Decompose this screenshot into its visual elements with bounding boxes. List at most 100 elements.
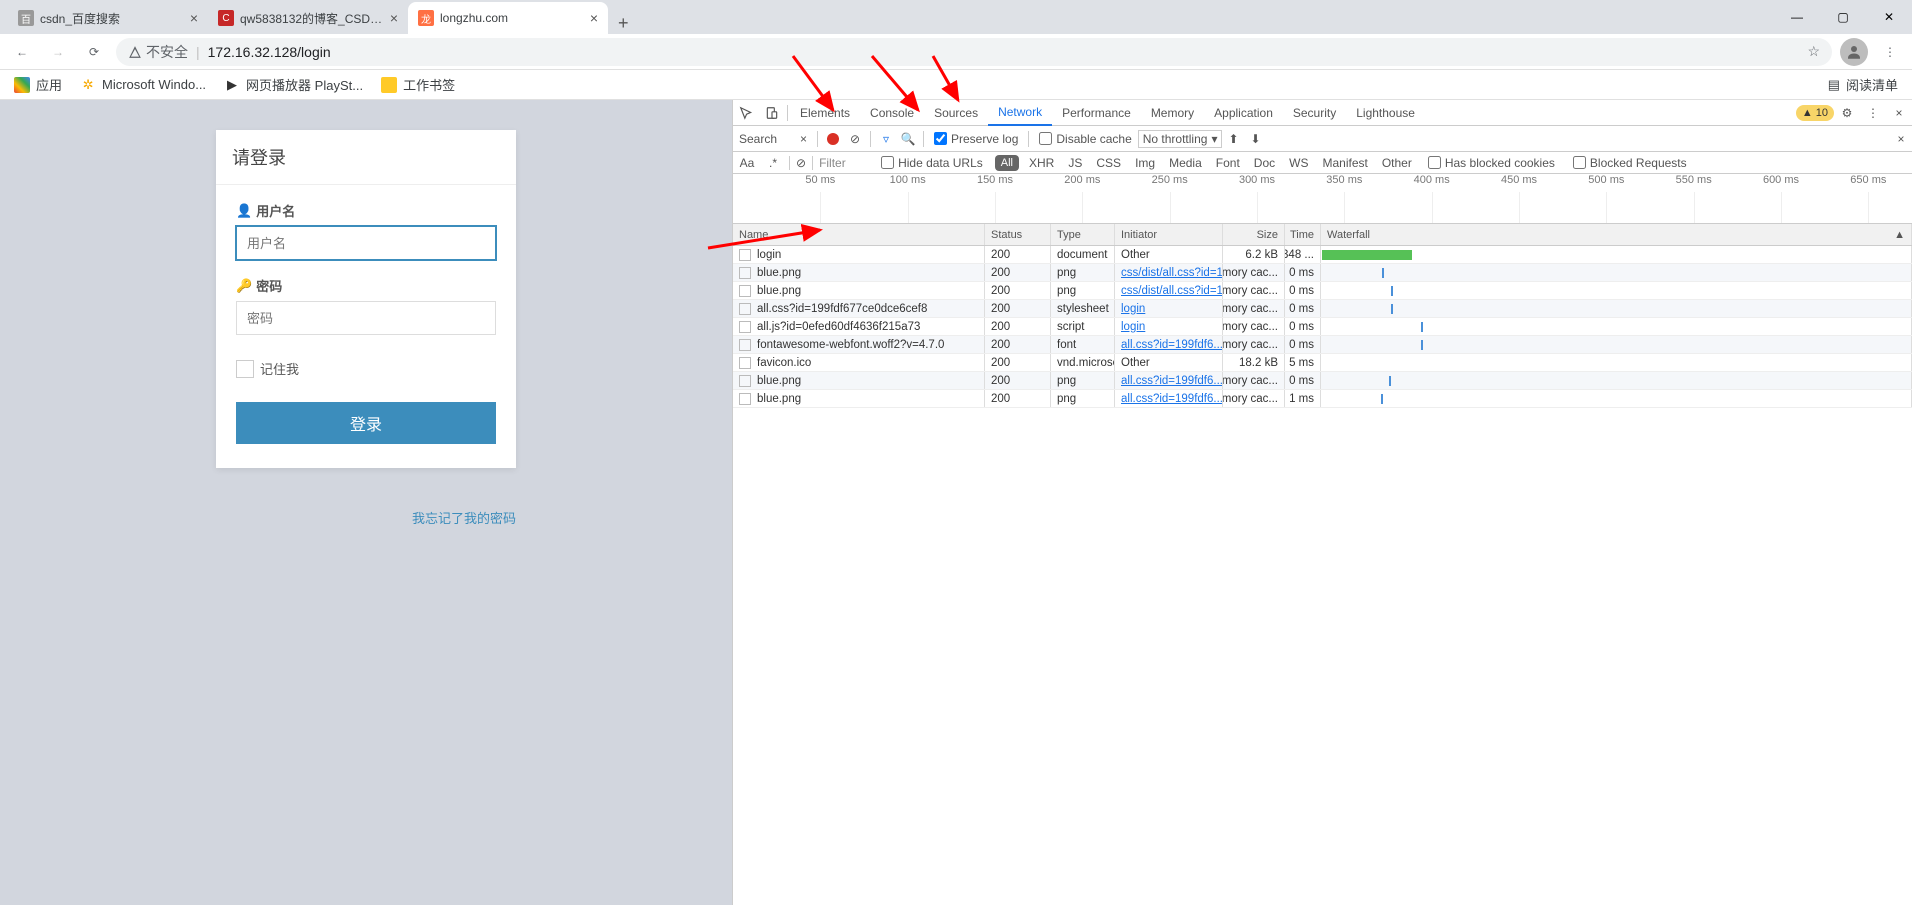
tab-title: csdn_百度搜索 <box>40 10 184 27</box>
filter-type-img[interactable]: Img <box>1131 156 1159 170</box>
request-row[interactable]: login200documentOther6.2 kB348 ... <box>733 246 1912 264</box>
login-submit-button[interactable]: 登录 <box>236 402 496 444</box>
browser-tab[interactable]: Cqw5838132的博客_CSDN博客-× <box>208 2 408 34</box>
security-indicator[interactable]: 不安全 <box>128 42 188 62</box>
close-icon[interactable]: × <box>590 10 598 26</box>
grid-icon <box>14 77 30 93</box>
request-row[interactable]: blue.png200pngall.css?id=199fdf6...(memo… <box>733 390 1912 408</box>
remember-me-checkbox[interactable]: 记住我 <box>236 359 496 378</box>
clear-button[interactable]: ⊘ <box>844 132 866 146</box>
request-row[interactable]: blue.png200pngall.css?id=199fdf6...(memo… <box>733 372 1912 390</box>
preserve-log-checkbox[interactable]: Preserve log <box>934 132 1018 146</box>
disable-cache-checkbox[interactable]: Disable cache <box>1039 132 1131 146</box>
devtools-tab-elements[interactable]: Elements <box>790 100 860 126</box>
record-button[interactable] <box>822 133 844 145</box>
filter-type-all[interactable]: All <box>995 155 1019 171</box>
apps-button[interactable]: 应用 <box>8 75 68 94</box>
devtools-tab-network[interactable]: Network <box>988 100 1052 126</box>
network-timeline[interactable]: 50 ms100 ms150 ms200 ms250 ms300 ms350 m… <box>733 174 1912 224</box>
hide-data-urls-checkbox[interactable]: Hide data URLs <box>881 156 983 170</box>
nav-reload-button[interactable]: ⟳ <box>80 38 108 66</box>
inspect-element-button[interactable] <box>733 100 759 126</box>
devtools-tab-security[interactable]: Security <box>1283 100 1346 126</box>
request-row[interactable]: all.css?id=199fdf677ce0dce6cef8200styles… <box>733 300 1912 318</box>
reading-list-button[interactable]: ▤阅读清单 <box>1822 75 1904 94</box>
col-time[interactable]: Time <box>1285 224 1321 245</box>
request-table-body[interactable]: login200documentOther6.2 kB348 ...blue.p… <box>733 246 1912 905</box>
drawer-close-button[interactable]: × <box>1890 132 1912 146</box>
devtools-tab-lighthouse[interactable]: Lighthouse <box>1346 100 1425 126</box>
browser-tab[interactable]: 百csdn_百度搜索× <box>8 2 208 34</box>
request-row[interactable]: blue.png200pngcss/dist/all.css?id=199fdf… <box>733 282 1912 300</box>
timeline-tick: 600 ms <box>1763 174 1799 186</box>
folder-icon <box>381 77 397 93</box>
close-icon[interactable]: × <box>390 10 398 26</box>
file-icon <box>739 393 751 405</box>
regex-button[interactable]: .* <box>763 156 783 170</box>
nav-back-button[interactable]: ← <box>8 38 36 66</box>
forgot-password-link[interactable]: 我忘记了我的密码 <box>216 508 516 527</box>
blocked-cookies-checkbox[interactable]: Has blocked cookies <box>1428 156 1555 170</box>
devtools-menu-button[interactable]: ⋮ <box>1860 100 1886 126</box>
devtools-tab-sources[interactable]: Sources <box>924 100 988 126</box>
col-initiator[interactable]: Initiator <box>1115 224 1223 245</box>
bookmark-folder[interactable]: 工作书签 <box>375 75 461 94</box>
devtools-tab-memory[interactable]: Memory <box>1141 100 1204 126</box>
filter-type-ws[interactable]: WS <box>1285 156 1312 170</box>
close-icon[interactable]: × <box>800 132 807 146</box>
col-waterfall[interactable]: Waterfall▲ <box>1321 224 1912 245</box>
timeline-tick: 200 ms <box>1064 174 1100 186</box>
bookmark-item[interactable]: ✲Microsoft Windo... <box>74 77 212 93</box>
devtools-tab-console[interactable]: Console <box>860 100 924 126</box>
filter-toggle-button[interactable]: ▿ <box>875 132 897 146</box>
search-toggle-button[interactable]: 🔍 <box>897 132 919 146</box>
filter-icon: ▿ <box>883 132 889 146</box>
browser-tab-active[interactable]: 龙longzhu.com× <box>408 2 608 34</box>
filter-type-manifest[interactable]: Manifest <box>1318 156 1371 170</box>
col-size[interactable]: Size <box>1223 224 1285 245</box>
filter-type-doc[interactable]: Doc <box>1250 156 1279 170</box>
clear-icon[interactable]: ⊘ <box>796 156 806 170</box>
devtools-tab-application[interactable]: Application <box>1204 100 1283 126</box>
throttling-select[interactable]: No throttling▾ <box>1138 130 1223 148</box>
filter-type-media[interactable]: Media <box>1165 156 1206 170</box>
request-row[interactable]: fontawesome-webfont.woff2?v=4.7.0200font… <box>733 336 1912 354</box>
nav-forward-button[interactable]: → <box>44 38 72 66</box>
browser-menu-button[interactable]: ⋮ <box>1876 38 1904 66</box>
window-close-button[interactable]: ✕ <box>1866 0 1912 34</box>
filter-type-js[interactable]: JS <box>1064 156 1086 170</box>
warnings-badge[interactable]: ▲10 <box>1796 105 1834 121</box>
upload-button[interactable]: ⬆ <box>1222 132 1244 146</box>
request-table-header: Name Status Type Initiator Size Time Wat… <box>733 224 1912 246</box>
filter-type-xhr[interactable]: XHR <box>1025 156 1058 170</box>
col-status[interactable]: Status <box>985 224 1051 245</box>
devtools-settings-button[interactable]: ⚙ <box>1834 100 1860 126</box>
bookmark-star-icon[interactable]: ☆ <box>1807 43 1820 60</box>
person-icon <box>1845 43 1863 61</box>
filter-type-other[interactable]: Other <box>1378 156 1416 170</box>
devtools-close-button[interactable]: × <box>1886 100 1912 126</box>
password-input[interactable] <box>236 301 496 335</box>
col-name[interactable]: Name <box>733 224 985 245</box>
request-row[interactable]: favicon.ico200vnd.microsof...Other18.2 k… <box>733 354 1912 372</box>
request-row[interactable]: blue.png200pngcss/dist/all.css?id=199fdf… <box>733 264 1912 282</box>
username-input[interactable] <box>236 226 496 260</box>
blocked-requests-checkbox[interactable]: Blocked Requests <box>1573 156 1687 170</box>
filter-type-font[interactable]: Font <box>1212 156 1244 170</box>
profile-avatar-button[interactable] <box>1840 38 1868 66</box>
network-search[interactable]: Search× <box>733 132 813 146</box>
device-toggle-button[interactable] <box>759 100 785 126</box>
col-type[interactable]: Type <box>1051 224 1115 245</box>
close-icon[interactable]: × <box>190 10 198 26</box>
filter-type-css[interactable]: CSS <box>1092 156 1125 170</box>
request-row[interactable]: all.js?id=0efed60df4636f215a73200scriptl… <box>733 318 1912 336</box>
window-minimize-button[interactable]: — <box>1774 0 1820 34</box>
window-maximize-button[interactable]: ▢ <box>1820 0 1866 34</box>
devtools-tab-performance[interactable]: Performance <box>1052 100 1141 126</box>
match-case-button[interactable]: Aa <box>737 156 757 170</box>
bookmark-item[interactable]: ▶网页播放器 PlaySt... <box>218 75 369 94</box>
omnibox[interactable]: 不安全 | 172.16.32.128/login ☆ <box>116 38 1832 66</box>
download-button[interactable]: ⬇ <box>1244 132 1266 146</box>
filter-input[interactable]: Filter <box>819 156 869 170</box>
new-tab-button[interactable]: + <box>608 13 639 34</box>
